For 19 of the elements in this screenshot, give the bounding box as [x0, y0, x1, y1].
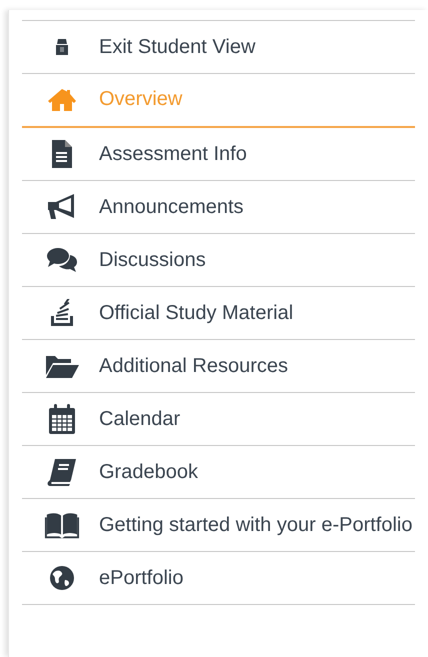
speech-bubbles-icon: [46, 247, 78, 273]
menu-item[interactable]: Calendar: [22, 393, 415, 446]
stacked-papers-icon: [48, 299, 76, 327]
folder-icon: [45, 353, 79, 379]
menu-item[interactable]: Additional Resources: [22, 340, 415, 393]
book-icon: [47, 458, 77, 486]
home-icon: [47, 88, 77, 112]
globe-icon: [49, 565, 75, 591]
menu-item[interactable]: Exit Student View: [22, 21, 415, 74]
menu-item[interactable]: Official Study Material: [22, 287, 415, 340]
menu-item[interactable]: Getting started with your e-Portfolio: [22, 499, 415, 552]
menu-item[interactable]: Assessment Info: [22, 128, 415, 181]
calendar-icon: [48, 403, 76, 435]
menu-item[interactable]: ePortfolio: [22, 552, 415, 605]
menu-item[interactable]: Gradebook: [22, 446, 415, 499]
document-icon: [51, 139, 73, 169]
open-book-icon: [44, 511, 80, 539]
menu-item[interactable]: Announcements: [22, 181, 415, 234]
menu-item[interactable]: Discussions: [22, 234, 415, 287]
